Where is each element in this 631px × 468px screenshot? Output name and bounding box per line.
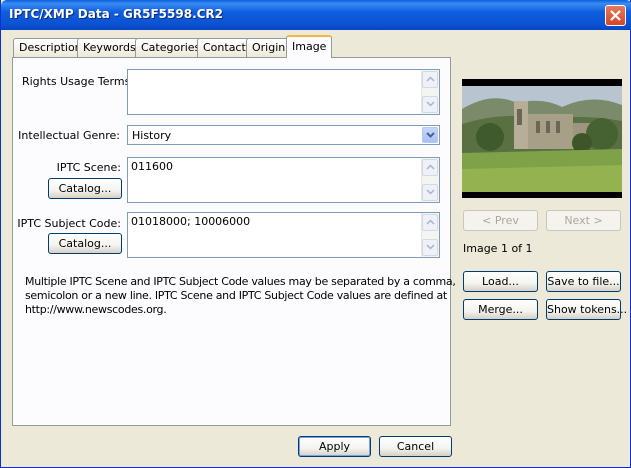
- tab-label: Origin: [252, 41, 286, 54]
- prev-image-button[interactable]: < Prev: [463, 210, 538, 231]
- image-preview: [462, 79, 622, 198]
- title-bar[interactable]: IPTC/XMP Data - GR5F5598.CR2: [1, 0, 631, 30]
- rights-usage-terms-label: Rights Usage Terms:: [21, 75, 134, 88]
- chevron-down-icon: [426, 189, 435, 195]
- close-button[interactable]: [605, 5, 626, 26]
- iptc-subject-code-scrollbar[interactable]: [421, 213, 439, 257]
- tab-categories[interactable]: Categories: [135, 38, 207, 57]
- scroll-up-button[interactable]: [422, 214, 438, 231]
- iptc-subject-code-field[interactable]: 01018000; 10006000: [127, 212, 440, 258]
- scroll-down-button[interactable]: [422, 96, 438, 113]
- dropdown-button[interactable]: [422, 127, 438, 143]
- chevron-up-icon: [426, 164, 435, 170]
- iptc-subject-code-value: 01018000; 10006000: [131, 215, 251, 228]
- intellectual-genre-value: History: [132, 129, 172, 142]
- iptc-scene-label: IPTC Scene:: [56, 161, 121, 174]
- save-to-file-button[interactable]: Save to file...: [546, 271, 621, 292]
- close-icon: [610, 10, 621, 21]
- tab-origin[interactable]: Origin: [246, 38, 292, 57]
- tab-label: Keywords: [83, 41, 136, 54]
- scroll-up-button[interactable]: [422, 71, 438, 88]
- window-title: IPTC/XMP Data - GR5F5598.CR2: [9, 7, 224, 21]
- iptc-subject-code-catalog-button[interactable]: Catalog...: [48, 233, 122, 254]
- scroll-down-button[interactable]: [422, 184, 438, 201]
- iptc-scene-scrollbar[interactable]: [421, 158, 439, 202]
- iptc-scene-field[interactable]: 011600: [127, 157, 440, 203]
- load-button[interactable]: Load...: [463, 271, 538, 292]
- image-counter: Image 1 of 1: [463, 242, 533, 255]
- chevron-up-icon: [426, 76, 435, 82]
- intellectual-genre-label: Intellectual Genre:: [18, 129, 120, 142]
- rights-usage-terms-field[interactable]: [127, 69, 440, 115]
- help-note: Multiple IPTC Scene and IPTC Subject Cod…: [25, 275, 456, 317]
- merge-button[interactable]: Merge...: [463, 299, 538, 320]
- show-tokens-button[interactable]: Show tokens...: [546, 299, 627, 320]
- rights-usage-terms-scrollbar[interactable]: [421, 70, 439, 114]
- tab-label: Image: [292, 40, 327, 53]
- help-note-line: semicolon or a new line. IPTC Scene and …: [25, 289, 447, 302]
- iptc-scene-catalog-button[interactable]: Catalog...: [48, 178, 122, 199]
- iptc-scene-value: 011600: [131, 160, 173, 173]
- help-note-line: Multiple IPTC Scene and IPTC Subject Cod…: [25, 275, 456, 288]
- chevron-down-icon: [426, 101, 435, 107]
- cancel-button[interactable]: Cancel: [379, 436, 452, 457]
- tab-label: Contact: [203, 41, 246, 54]
- chevron-up-icon: [426, 219, 435, 225]
- tab-keywords[interactable]: Keywords: [77, 38, 142, 57]
- tab-contact[interactable]: Contact: [197, 38, 252, 57]
- iptc-subject-code-label: IPTC Subject Code:: [17, 217, 121, 230]
- tab-label: Categories: [141, 41, 201, 54]
- tab-label: Description: [19, 41, 82, 54]
- tab-image[interactable]: Image: [286, 35, 333, 58]
- next-image-button[interactable]: Next >: [546, 210, 621, 231]
- image-tab-panel: Rights Usage Terms: Intellectual Genre: …: [12, 57, 456, 426]
- intellectual-genre-select[interactable]: History: [127, 125, 440, 145]
- apply-button[interactable]: Apply: [298, 436, 371, 457]
- scroll-down-button[interactable]: [422, 239, 438, 256]
- scroll-up-button[interactable]: [422, 159, 438, 176]
- chevron-down-icon: [426, 132, 435, 138]
- abbey-ruin-photo: [462, 86, 622, 192]
- chevron-down-icon: [426, 244, 435, 250]
- help-note-line: http://www.newscodes.org.: [25, 303, 167, 316]
- dialog-window: IPTC/XMP Data - GR5F5598.CR2 Description…: [0, 0, 631, 468]
